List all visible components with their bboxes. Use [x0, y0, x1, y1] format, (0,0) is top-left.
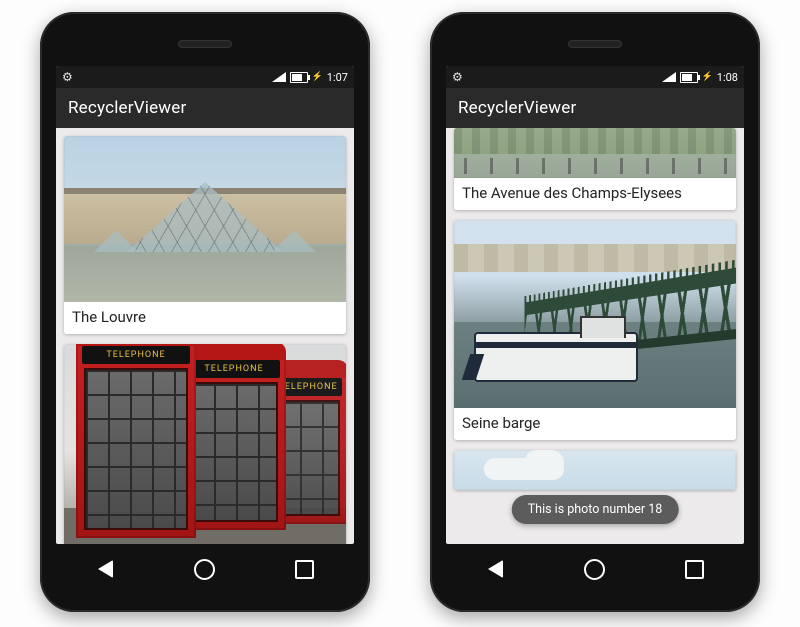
nav-back-button[interactable] — [468, 551, 524, 587]
toast-message: This is photo number 18 — [512, 495, 679, 524]
status-time: 1:08 — [717, 71, 738, 84]
photo-card[interactable]: The Avenue des Champs-Elysees — [454, 128, 736, 210]
recycler-list[interactable]: The Avenue des Champs-Elysees — [446, 128, 744, 544]
photo-card[interactable]: TELEPHONE TELEPHONE TELEPHONE — [64, 344, 346, 544]
photo-image-champs-elysees — [454, 128, 736, 178]
nav-bar — [446, 546, 744, 592]
status-bar: ⚙ ⚡ 1:08 — [446, 66, 744, 88]
photo-image-louvre — [64, 136, 346, 302]
debug-icon: ⚙ — [452, 71, 463, 83]
device-screen-right: ⚙ ⚡ 1:08 RecyclerViewer — [446, 66, 744, 544]
nav-recents-button[interactable] — [666, 551, 722, 587]
device-speaker — [568, 40, 622, 48]
photo-image-phone-booths: TELEPHONE TELEPHONE TELEPHONE — [64, 344, 346, 544]
comparison-stage: ⚙ ⚡ 1:07 RecyclerViewer — [0, 0, 800, 627]
battery-icon — [290, 72, 308, 83]
status-bar: ⚙ ⚡ 1:07 — [56, 66, 354, 88]
debug-icon: ⚙ — [62, 71, 73, 83]
photo-card[interactable] — [454, 450, 736, 490]
device-frame-right: ⚙ ⚡ 1:08 RecyclerViewer — [430, 12, 760, 612]
charging-icon: ⚡ — [312, 73, 323, 82]
booth-sign: TELEPHONE — [188, 360, 280, 378]
charging-icon: ⚡ — [702, 73, 713, 82]
recycler-list[interactable]: The Louvre TELEPHONE TELEPHONE TELEPHONE — [56, 128, 354, 544]
device-speaker — [178, 40, 232, 48]
nav-recents-button[interactable] — [276, 551, 332, 587]
nav-home-button[interactable] — [567, 551, 623, 587]
battery-icon — [680, 72, 698, 83]
app-title: RecyclerViewer — [458, 98, 576, 118]
photo-image-seine-barge — [454, 220, 736, 408]
app-title: RecyclerViewer — [68, 98, 186, 118]
photo-caption: Seine barge — [454, 408, 736, 440]
app-bar: RecyclerViewer — [56, 88, 354, 128]
photo-caption: The Louvre — [64, 302, 346, 334]
signal-icon — [272, 72, 286, 82]
status-time: 1:07 — [327, 71, 348, 84]
nav-home-button[interactable] — [177, 551, 233, 587]
booth-sign: TELEPHONE — [82, 346, 190, 364]
photo-card[interactable]: Seine barge — [454, 220, 736, 440]
signal-icon — [662, 72, 676, 82]
photo-caption: The Avenue des Champs-Elysees — [454, 178, 736, 210]
nav-back-button[interactable] — [78, 551, 134, 587]
photo-card[interactable]: The Louvre — [64, 136, 346, 334]
device-frame-left: ⚙ ⚡ 1:07 RecyclerViewer — [40, 12, 370, 612]
device-screen-left: ⚙ ⚡ 1:07 RecyclerViewer — [56, 66, 354, 544]
app-bar: RecyclerViewer — [446, 88, 744, 128]
nav-bar — [56, 546, 354, 592]
photo-image-sky — [454, 450, 736, 490]
